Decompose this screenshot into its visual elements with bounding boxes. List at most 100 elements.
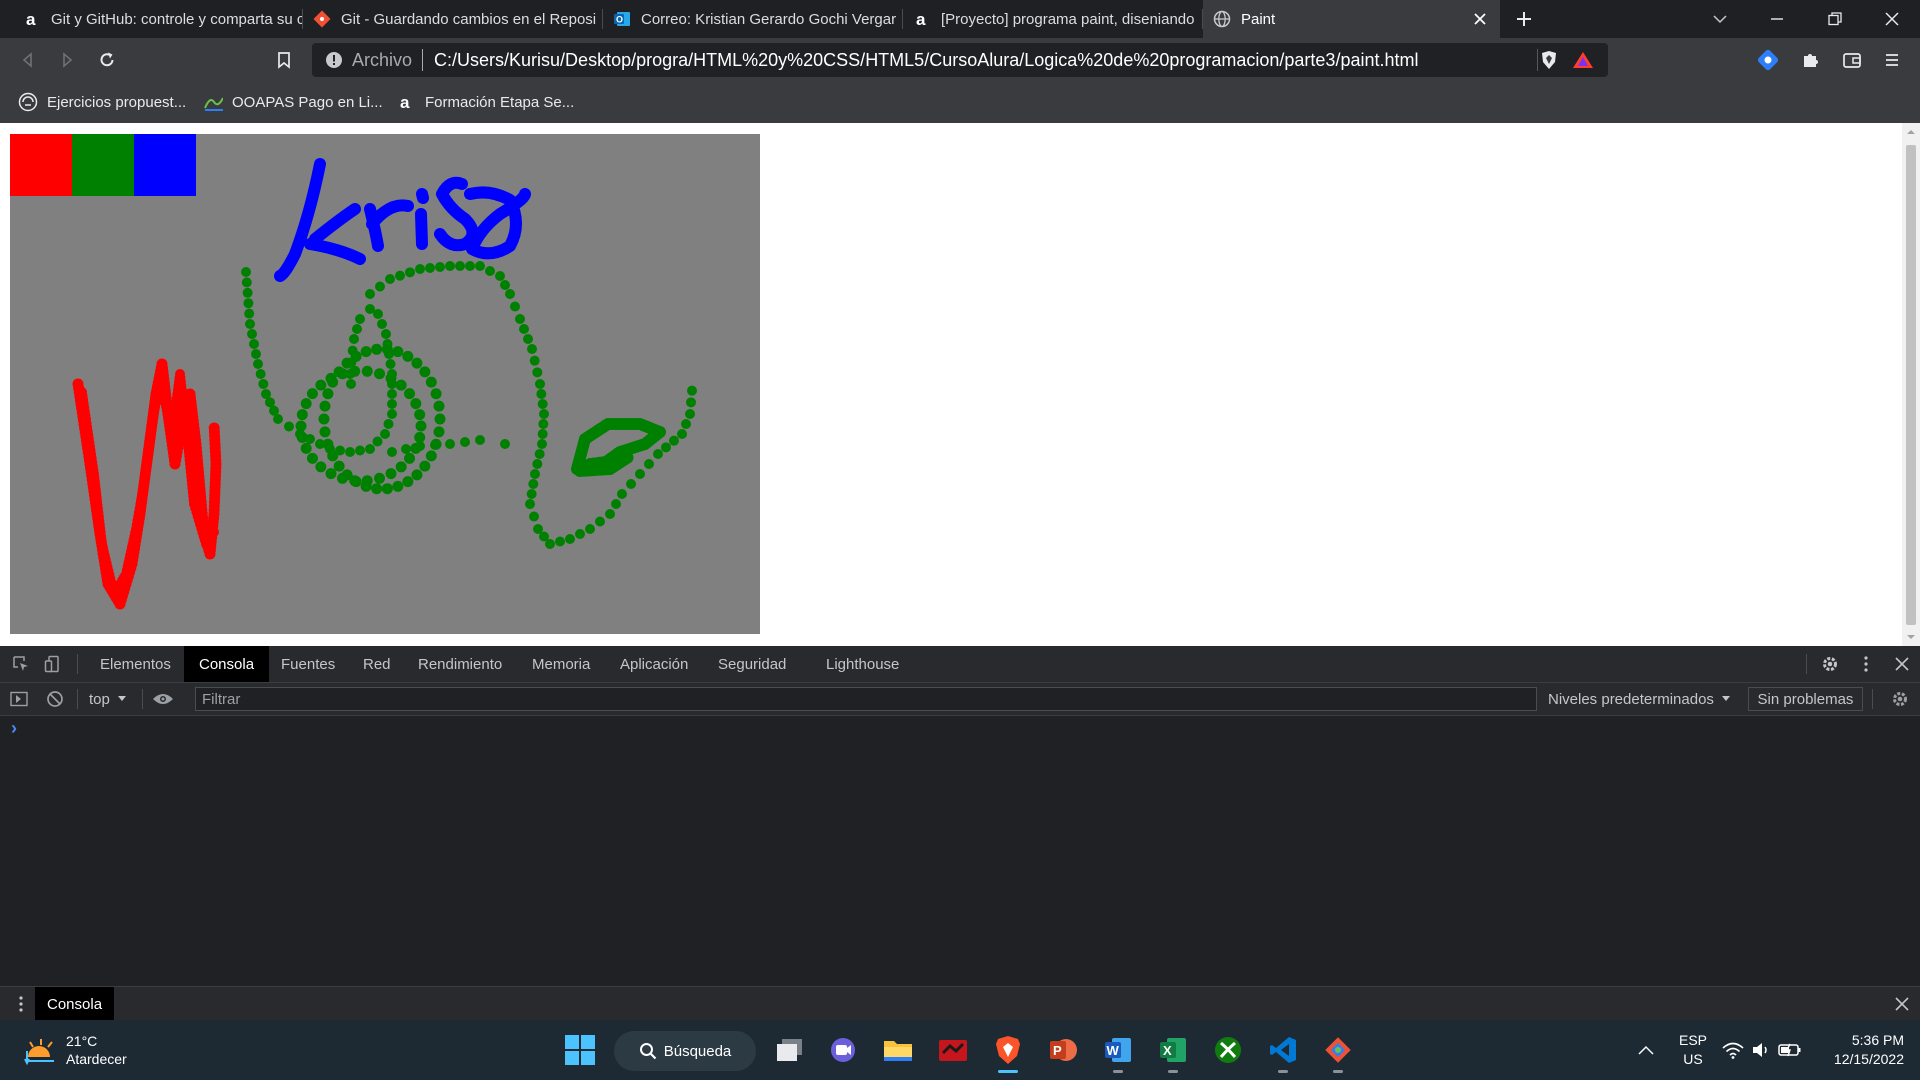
tab-consola[interactable]: Consola <box>184 646 270 682</box>
color-swatch-blue[interactable] <box>134 134 196 196</box>
tab-seguridad[interactable]: Seguridad <box>718 646 786 682</box>
scroll-down-arrow-icon[interactable] <box>1902 630 1920 644</box>
live-expression-button[interactable] <box>151 688 175 710</box>
show-sidebar-button[interactable] <box>8 688 30 710</box>
tab-rendimiento[interactable]: Rendimiento <box>418 646 502 682</box>
taskbar-vscode[interactable] <box>1261 1030 1305 1073</box>
clock[interactable]: 5:36 PM 12/15/2022 <box>1818 1031 1904 1069</box>
taskbar-word[interactable]: W <box>1096 1030 1140 1073</box>
tab-fuentes[interactable]: Fuentes <box>281 646 335 682</box>
dropdown-arrow-icon <box>117 696 126 701</box>
devtools-tabbar: Elementos Consola Fuentes Red Rendimient… <box>0 646 1920 683</box>
devtools-settings-button[interactable] <box>1819 653 1841 675</box>
wallet-button[interactable] <box>1838 46 1866 74</box>
start-button[interactable] <box>558 1030 602 1070</box>
extensions-button[interactable] <box>1796 46 1824 74</box>
xbox-icon <box>1215 1037 1241 1063</box>
windows-taskbar: 21°C Atardecer Búsqueda P W X ESP US 5:3… <box>0 1020 1920 1080</box>
context-selector[interactable]: top <box>89 689 127 709</box>
tab-proyecto[interactable]: a [Proyecto] programa paint, diseniando <box>903 0 1203 38</box>
scheme-divider <box>422 49 424 71</box>
eye-icon <box>153 694 173 704</box>
taskbar-chat[interactable] <box>821 1030 865 1070</box>
reload-button[interactable] <box>93 46 121 74</box>
address-bar[interactable]: Archivo C:/Users/Kurisu/Desktop/progra/H… <box>312 43 1608 77</box>
close-tab-icon[interactable] <box>1470 9 1490 29</box>
taskbar-search[interactable]: Búsqueda <box>614 1031 756 1071</box>
search-label: Búsqueda <box>663 1042 732 1060</box>
console-toolbar: top Niveles predeterminados Sin problema… <box>0 683 1920 716</box>
device-icon <box>44 655 59 673</box>
weather-temp: 21°C <box>66 1033 98 1049</box>
tab-memoria[interactable]: Memoria <box>532 646 590 682</box>
tab-lighthouse[interactable]: Lighthouse <box>826 646 899 682</box>
taskbar-brave[interactable] <box>986 1030 1030 1073</box>
tab-red[interactable]: Red <box>363 646 391 682</box>
taskbar-task-view[interactable] <box>768 1030 812 1070</box>
issues-button[interactable]: Sin problemas <box>1748 687 1863 711</box>
show-hidden-icons-button[interactable] <box>1636 1038 1656 1062</box>
taskbar-xbox[interactable] <box>1206 1030 1250 1070</box>
device-toolbar-button[interactable] <box>42 653 64 675</box>
log-levels-dropdown[interactable]: Niveles predeterminados <box>1548 687 1731 711</box>
forward-button[interactable] <box>53 46 81 74</box>
back-arrow-icon <box>22 52 32 68</box>
volume-icon <box>1753 1043 1767 1057</box>
vertical-scrollbar[interactable] <box>1902 123 1920 646</box>
taskbar-git[interactable] <box>1316 1030 1360 1073</box>
url-text[interactable]: C:/Users/Kurisu/Desktop/progra/HTML%20y%… <box>434 50 1418 71</box>
tab-elementos[interactable]: Elementos <box>100 646 171 682</box>
alura-icon: a <box>23 10 41 28</box>
taskbar-app[interactable] <box>931 1030 975 1070</box>
color-swatch-green[interactable] <box>72 134 134 196</box>
brave-rewards-icon[interactable] <box>1572 51 1594 69</box>
new-tab-button[interactable] <box>1502 0 1546 38</box>
tab-aplicacion[interactable]: Aplicación <box>620 646 688 682</box>
devtools-close-button[interactable] <box>1891 653 1913 675</box>
svg-text:a: a <box>916 10 926 28</box>
inspect-element-button[interactable] <box>10 653 32 675</box>
system-tray[interactable] <box>1722 1040 1802 1060</box>
bookmark-formacion[interactable]: a Formación Etapa Se... <box>396 90 574 114</box>
clock-date: 12/15/2022 <box>1833 1051 1904 1067</box>
app-icon <box>939 1040 967 1061</box>
drawer-tab-consola[interactable]: Consola <box>35 987 115 1021</box>
scrollbar-thumb[interactable] <box>1906 145 1916 625</box>
bookmark-ooapas[interactable]: OOAPAS Pago en Li... <box>203 90 383 114</box>
color-swatch-red[interactable] <box>10 134 72 196</box>
taskbar-file-explorer[interactable] <box>876 1030 920 1070</box>
back-button[interactable] <box>14 46 42 74</box>
extension-button[interactable] <box>1754 46 1782 74</box>
taskbar-excel[interactable]: X <box>1151 1030 1195 1073</box>
toolbar-divider <box>142 689 143 709</box>
info-icon[interactable] <box>324 50 344 70</box>
console-filter-input[interactable] <box>195 687 1537 711</box>
restore-button[interactable] <box>1806 0 1864 38</box>
tab-git-guardando[interactable]: Git - Guardando cambios en el Reposi <box>303 0 603 38</box>
tab-paint[interactable]: Paint <box>1203 0 1500 38</box>
weather-widget[interactable]: 21°C Atardecer <box>24 1030 184 1070</box>
tab-search-button[interactable] <box>1691 0 1749 38</box>
close-window-button[interactable] <box>1863 0 1920 38</box>
console-settings-button[interactable] <box>1889 688 1911 710</box>
drawer-close-button[interactable] <box>1891 993 1913 1015</box>
minimize-icon <box>1771 18 1783 20</box>
tab-git-github[interactable]: a Git y GitHub: controle y comparta su c <box>13 0 303 38</box>
tab-correo[interactable]: O Correo: Kristian Gerardo Gochi Vergar <box>603 0 903 38</box>
minimize-button[interactable] <box>1748 0 1806 38</box>
bookmark-page-button[interactable] <box>270 46 298 74</box>
devtools-more-button[interactable] <box>1855 653 1877 675</box>
brave-shields-icon[interactable] <box>1540 50 1558 70</box>
bookmark-ejercicios[interactable]: Ejercicios propuest... <box>18 90 186 114</box>
clear-console-button[interactable] <box>44 688 66 710</box>
taskbar-powerpoint[interactable]: P <box>1041 1030 1085 1070</box>
scroll-up-arrow-icon[interactable] <box>1902 125 1920 139</box>
toolbar-divider <box>77 654 78 674</box>
tab-title: Git - Guardando cambios en el Reposi <box>341 10 597 28</box>
svg-text:a: a <box>26 10 36 28</box>
paint-canvas[interactable] <box>10 134 760 634</box>
language-indicator[interactable]: ESP US <box>1672 1031 1714 1069</box>
drawer-menu-button[interactable] <box>14 993 28 1015</box>
console-prompt[interactable]: › <box>11 718 17 739</box>
menu-button[interactable] <box>1878 46 1906 74</box>
